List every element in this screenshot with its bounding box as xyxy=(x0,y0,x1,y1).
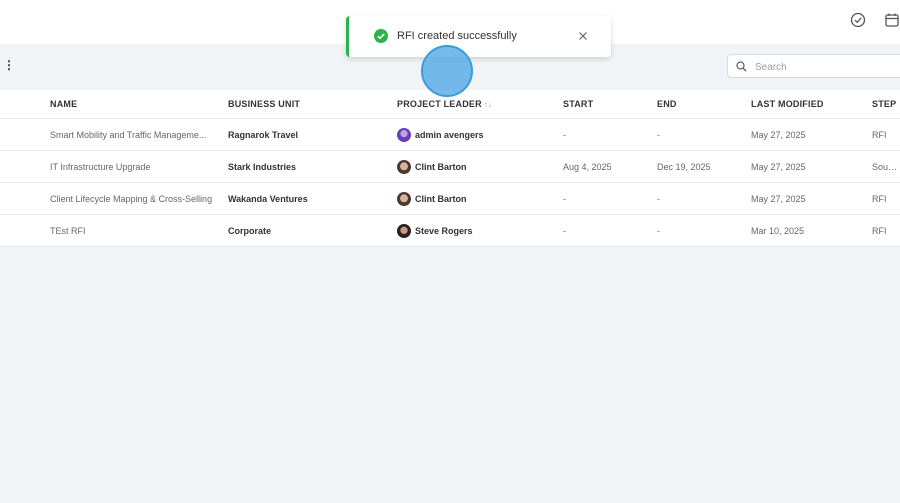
pointer-highlight xyxy=(421,45,473,97)
table-row[interactable]: IT Infrastructure Upgrade Stark Industri… xyxy=(0,150,900,183)
column-header-step[interactable]: STEP xyxy=(872,90,900,119)
calendar-icon[interactable] xyxy=(884,12,900,33)
cell-step: RFI xyxy=(872,118,900,151)
cell-start: Aug 4, 2025 xyxy=(563,150,657,183)
cell-business-unit: Stark Industries xyxy=(228,150,397,183)
column-header-start[interactable]: START xyxy=(563,90,657,119)
success-toast: RFI created successfully xyxy=(346,16,611,57)
cell-project-leader: Clint Barton xyxy=(397,182,563,215)
search-icon xyxy=(736,61,747,72)
cell-end: - xyxy=(657,182,751,215)
cell-end: - xyxy=(657,118,751,151)
column-header-name[interactable]: NAME xyxy=(50,90,228,119)
cell-project-leader: admin avengers xyxy=(397,118,563,151)
column-header-last-modified[interactable]: LAST MODIFIED xyxy=(751,90,872,119)
column-header-business-unit[interactable]: BUSINESS UNIT xyxy=(228,90,397,119)
avatar xyxy=(397,159,411,174)
cell-start: - xyxy=(563,118,657,151)
cell-last-modified: May 27, 2025 xyxy=(751,182,872,215)
cell-last-modified: May 27, 2025 xyxy=(751,150,872,183)
cell-step: RFI xyxy=(872,214,900,247)
close-icon[interactable] xyxy=(577,29,589,47)
cell-business-unit: Wakanda Ventures xyxy=(228,182,397,215)
cell-start: - xyxy=(563,182,657,215)
cell-end: Dec 19, 2025 xyxy=(657,150,751,183)
cell-start: - xyxy=(563,214,657,247)
cell-last-modified: Mar 10, 2025 xyxy=(751,214,872,247)
cell-name[interactable]: Smart Mobility and Traffic Manageme... xyxy=(50,118,228,151)
cell-last-modified: May 27, 2025 xyxy=(751,118,872,151)
sort-icon[interactable]: ↑↓ xyxy=(484,100,492,109)
cell-step: Sourcin xyxy=(872,150,900,183)
rfi-table: NAME BUSINESS UNIT PROJECT LEADER ↑↓ STAR… xyxy=(0,90,900,247)
cell-name[interactable]: IT Infrastructure Upgrade xyxy=(50,150,228,183)
cell-name[interactable]: Client Lifecycle Mapping & Cross-Selling xyxy=(50,182,228,215)
cell-name[interactable]: TEst RFI xyxy=(50,214,228,247)
cell-end: - xyxy=(657,214,751,247)
table-row[interactable]: TEst RFI Corporate Steve Rogers - - Mar … xyxy=(0,214,900,247)
more-options-icon[interactable]: ⋮ xyxy=(3,58,15,72)
search-input[interactable] xyxy=(753,58,900,76)
search-box[interactable] xyxy=(727,54,900,78)
cell-project-leader: Clint Barton xyxy=(397,150,563,183)
column-header-project-leader[interactable]: PROJECT LEADER ↑↓ xyxy=(397,90,563,119)
avatar xyxy=(397,127,411,142)
cell-step: RFI xyxy=(872,182,900,215)
table-row[interactable]: Smart Mobility and Traffic Manageme... R… xyxy=(0,118,900,151)
avatar xyxy=(397,191,411,206)
cell-business-unit: Ragnarok Travel xyxy=(228,118,397,151)
avatar xyxy=(397,223,411,238)
toast-message: RFI created successfully xyxy=(397,30,517,42)
table-row[interactable]: Client Lifecycle Mapping & Cross-Selling… xyxy=(0,182,900,215)
check-circle-icon[interactable] xyxy=(850,12,866,33)
success-check-icon xyxy=(374,29,388,48)
column-header-end[interactable]: END xyxy=(657,90,751,119)
cell-business-unit: Corporate xyxy=(228,214,397,247)
cell-project-leader: Steve Rogers xyxy=(397,214,563,247)
